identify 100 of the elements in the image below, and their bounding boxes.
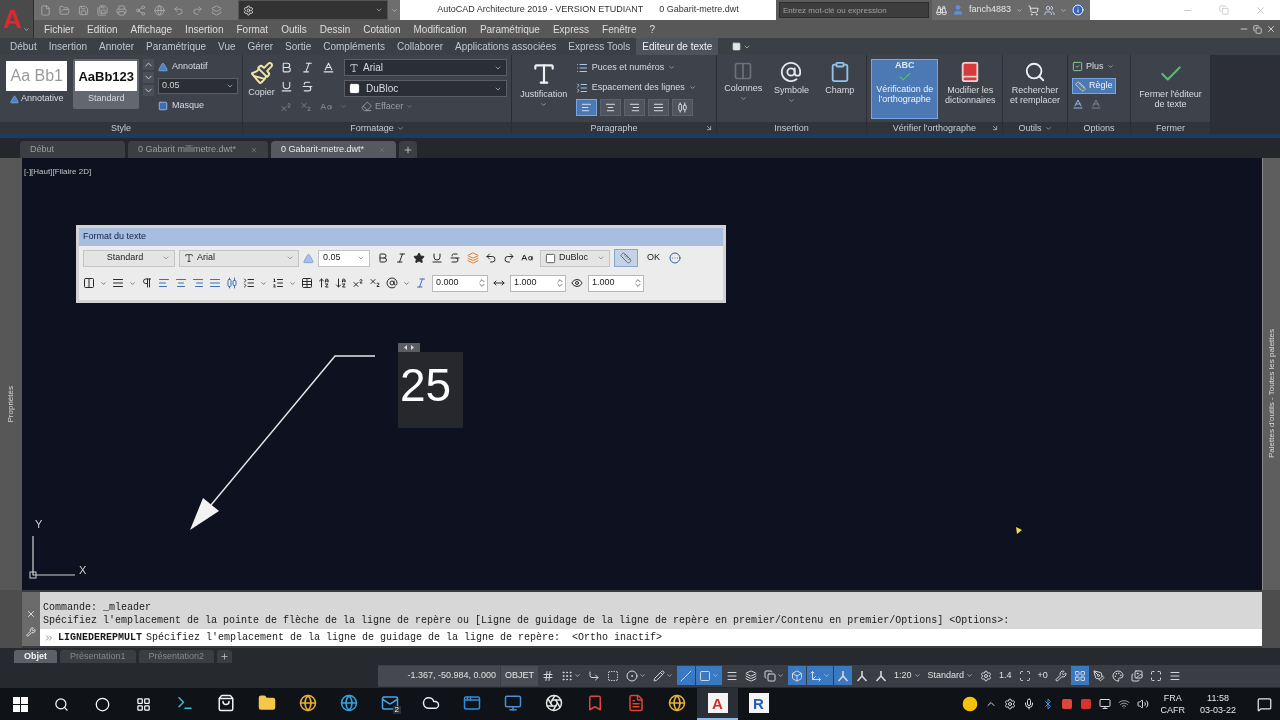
justification-button[interactable]: Justification [516,59,572,108]
alignment-button[interactable] [575,99,597,116]
alignment-button[interactable] [599,99,621,116]
underline-icon[interactable] [431,252,443,264]
menu-item[interactable]: ? [649,21,656,37]
close-editor-button[interactable]: Fermer l'éditeur de texte [1135,59,1206,109]
sort-az-icon[interactable] [318,277,330,289]
ribbon-tab[interactable]: Vue [212,38,242,55]
underline-icon[interactable] [280,80,293,93]
case-icon[interactable] [521,252,533,264]
launcher-arrow-icon[interactable] [991,124,999,132]
menu-item[interactable]: Affichage [130,21,173,37]
binoculars-icon[interactable] [936,4,947,16]
oblique-angle-field[interactable]: 0.000 [432,274,488,292]
volume-icon[interactable] [1137,698,1150,710]
sort-az-icon[interactable] [335,277,347,289]
command-input-field[interactable]: LIGNEDEREPMULT Spécifiez l'emplacement de la ligne de guidage de la ligne de repère: <Ortho inactif> [40,629,1262,646]
align-center-icon[interactable] [175,277,187,289]
spinner-arrows-icon[interactable] [633,278,643,288]
microphone-icon[interactable] [1023,698,1036,710]
taskbar-app[interactable]: A [697,688,738,720]
italic-icon[interactable] [301,61,314,74]
menu-item[interactable]: Modification [413,21,467,37]
align-justify-icon[interactable] [209,277,221,289]
annotative-toggle[interactable]: Annotatif [157,59,238,74]
taskbar-app[interactable]: R [738,688,779,720]
bold-icon[interactable] [377,252,389,264]
match-text-button[interactable]: Copier [247,59,276,97]
ribbon-tab[interactable]: Express Tools [562,38,637,55]
ribbon-tab[interactable]: Insertion [42,38,94,55]
strikethrough-icon[interactable] [449,252,461,264]
spell-check-button[interactable]: ABC Vérification de l'orthographe [871,59,939,119]
restore-icon[interactable] [1253,24,1262,34]
gear-icon[interactable] [1004,698,1017,710]
options-icon[interactable] [669,252,681,264]
status-dropdown[interactable]: 1:20 [891,666,924,685]
insert-button[interactable]: Symbole [769,59,814,104]
status-toggle[interactable] [1070,666,1089,685]
ruler-button[interactable]: Règle [1072,78,1116,94]
model-space-button[interactable]: OBJET [501,665,538,686]
more-button[interactable]: Plus [1072,59,1116,74]
viewport-label[interactable]: [-][Haut][Filaire 2D] [24,166,92,178]
search-field[interactable]: Entrez mot-clé ou expression [779,2,929,18]
status-toggle[interactable] [807,666,833,685]
notification-icon[interactable] [1257,696,1272,712]
alignment-button[interactable] [647,99,669,116]
text-height-field[interactable]: 0.05 [318,249,370,267]
ribbon-tab[interactable]: Editeur de texte [636,38,719,55]
bullets-button[interactable]: Puces et numéros [575,59,712,76]
font-dropdown[interactable]: Arial [344,59,507,76]
user-name[interactable]: fanch4883 [969,3,1012,17]
users-icon[interactable] [1044,4,1056,16]
document-tab[interactable]: Début [20,141,125,158]
dictionaries-button[interactable]: Modifier les dictionnaires [942,59,998,105]
align-right-icon[interactable] [192,277,204,289]
clock-time[interactable]: 11:58 [1207,692,1229,704]
ribbon-tab[interactable]: Collaborer [390,38,450,55]
ribbon-tab[interactable]: Début [4,38,43,55]
align-left-icon[interactable] [158,277,170,289]
launcher-arrow-icon[interactable] [705,124,713,132]
menu-item[interactable]: Format [236,21,269,37]
ribbon-tab[interactable]: Sortie [279,38,318,55]
cart-icon[interactable] [1028,4,1040,16]
expand-gallery-icon[interactable] [142,85,154,96]
strikethrough-icon[interactable] [301,80,314,93]
ribbon-tab[interactable]: Paramétrique [140,38,213,55]
status-toggle[interactable] [677,666,695,685]
bold-icon[interactable] [280,61,293,74]
scroll-down-icon[interactable] [142,72,154,83]
start-icon[interactable] [13,696,28,712]
menu-item[interactable]: Dessin [319,21,351,37]
color-dropdown[interactable]: DuBloc [540,249,610,267]
style-dropdown[interactable]: Standard [83,249,175,267]
circle-icon[interactable] [962,696,979,712]
italic-icon[interactable] [395,252,407,264]
palette-label[interactable]: Propriétés [5,385,17,423]
menu-item[interactable]: Paramétrique [479,21,540,37]
ribbon-tab[interactable]: Compléments [317,38,391,55]
paragraph-icon[interactable] [141,277,153,289]
close-icon[interactable] [26,609,36,619]
wrench-icon[interactable] [26,627,36,637]
star-icon[interactable] [413,252,425,264]
color-dropdown[interactable]: DuBloc [344,80,507,97]
redo-icon[interactable] [503,252,515,264]
keyboard-label[interactable]: CAFR [1160,704,1185,716]
line-spacing-button[interactable]: Espacement des lignes [575,79,712,96]
monitor-icon[interactable] [1099,698,1112,710]
justify-icon[interactable] [112,277,124,289]
subscript-icon[interactable] [369,277,381,289]
document-tab[interactable]: 0 Gabarit millimetre.dwt* [128,141,269,158]
text-editor[interactable]: 25 [398,352,463,428]
text-style-swatch[interactable]: AaBb123 Standard [73,59,139,109]
menu-item[interactable]: Express [552,21,590,37]
info-icon[interactable] [1072,4,1085,16]
menu-item[interactable]: Fichier [44,21,74,37]
square-icon[interactable] [1080,698,1093,710]
scroll-up-icon[interactable] [142,59,154,70]
plus-icon[interactable] [220,652,230,661]
undo-icon[interactable] [485,252,497,264]
menu-item[interactable]: Cotation [363,21,401,37]
